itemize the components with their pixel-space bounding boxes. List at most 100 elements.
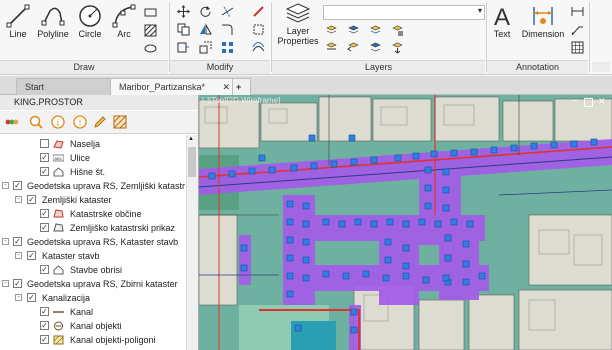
circle-tool[interactable]: Circle (74, 3, 106, 39)
hatch-icon[interactable] (144, 24, 157, 37)
house-icon (53, 265, 64, 275)
drawing-viewport[interactable]: [-][Top][2D Wireframe] – ✕ (199, 95, 612, 350)
checkbox[interactable]: ✓ (27, 195, 36, 204)
scale-icon[interactable] (199, 41, 212, 54)
tab-drawing[interactable]: Maribor_Partizanska* ✕ (110, 78, 235, 95)
house-icon (53, 167, 64, 177)
collapse-toggle[interactable]: - (2, 238, 9, 245)
layer-tool-row-2 (325, 41, 485, 55)
ellipse-icon[interactable] (144, 42, 157, 55)
ribbon-expander[interactable] (592, 62, 610, 72)
leader-icon[interactable] (571, 23, 584, 36)
zoom-icon[interactable] (29, 115, 43, 129)
tree-item-label: Katastrske občine (70, 209, 142, 219)
pipe-line-icon (53, 311, 64, 313)
fillet-icon[interactable] (221, 23, 234, 36)
arc-icon (112, 4, 136, 28)
minimize-icon[interactable]: – (572, 95, 578, 106)
warning-icon[interactable]: ! (73, 115, 87, 129)
collapse-toggle[interactable]: - (2, 280, 9, 287)
new-tab-button[interactable]: + (232, 78, 251, 95)
checkbox[interactable]: ✓ (40, 265, 49, 274)
tab-drawing-label: Maribor_Partizanska* (119, 82, 206, 92)
rotate-icon[interactable] (199, 5, 212, 18)
hatch-style-icon[interactable] (113, 115, 127, 129)
tab-start[interactable]: Start (16, 78, 114, 95)
arc-tool[interactable]: Arc (109, 3, 139, 39)
checkbox[interactable] (40, 139, 49, 148)
layer-freeze-icon[interactable] (325, 24, 338, 37)
vertical-scrollbar[interactable]: ▲ (186, 135, 198, 350)
checkbox[interactable]: ✓ (27, 251, 36, 260)
tree-item-label: Kanal objekti (70, 321, 122, 331)
checkbox[interactable]: ✓ (40, 209, 49, 218)
layer-previous-icon[interactable] (347, 41, 360, 54)
layer-isolate-icon[interactable] (369, 24, 382, 37)
linear-dim-icon[interactable] (571, 5, 584, 18)
restore-icon[interactable] (584, 98, 593, 107)
text-a-icon: A (494, 4, 510, 29)
circle-label: Circle (78, 29, 102, 39)
checkbox[interactable]: ✓ (40, 223, 49, 232)
svg-text:i: i (57, 118, 59, 128)
line-label: Line (9, 29, 27, 39)
move-icon[interactable] (177, 5, 190, 18)
map-canvas[interactable] (199, 95, 612, 350)
tree-item-label: Stavbe obrisi (70, 265, 123, 275)
layer-tool-row-1 (325, 24, 485, 38)
collapse-toggle[interactable]: - (15, 252, 22, 259)
checkbox[interactable]: ✓ (40, 153, 49, 162)
layer-merge-icon[interactable] (391, 41, 404, 54)
collapse-toggle[interactable]: - (2, 182, 9, 189)
layer-off-icon[interactable] (347, 24, 360, 37)
tree-item-label: Kanal objekti-poligoni (70, 335, 156, 345)
checkbox[interactable]: ✓ (40, 321, 49, 330)
scroll-up-arrow[interactable]: ▲ (188, 136, 194, 142)
line-tool[interactable]: Line (3, 3, 33, 39)
layer-properties-button[interactable]: Layer Properties (274, 2, 322, 46)
tree-item-label: Geodetska uprava RS, Zbirni kataster (27, 279, 178, 289)
checkbox[interactable]: ✓ (13, 181, 22, 190)
scroll-thumb[interactable] (188, 147, 196, 177)
tree-item-label: Kanal (70, 307, 94, 317)
trim-icon[interactable] (221, 5, 234, 18)
area-icon (53, 140, 64, 149)
close-icon[interactable]: ✕ (598, 96, 606, 107)
explode-icon[interactable] (252, 23, 265, 36)
layer-properties-label: Layer Properties (277, 26, 319, 46)
text-tool[interactable]: A Text (488, 3, 516, 39)
table-icon[interactable] (571, 41, 584, 54)
checkbox[interactable]: ✓ (40, 307, 49, 316)
layers-dots-icon[interactable] (5, 115, 19, 129)
close-icon[interactable]: ✕ (222, 79, 230, 95)
tree-item-label: Zemljiško katastrski prikaz (70, 223, 176, 233)
copy-icon[interactable] (177, 23, 190, 36)
rectangle-icon[interactable] (144, 6, 157, 19)
dimension-tool[interactable]: Dimension (519, 3, 567, 39)
erase-icon[interactable] (252, 5, 265, 18)
offset-icon[interactable] (252, 41, 265, 54)
collapse-toggle[interactable]: - (15, 196, 22, 203)
info-icon[interactable]: i (51, 115, 65, 129)
tree-item-label: Geodetska uprava RS, Kataster stavb (27, 237, 179, 247)
tree-item-label: Naselja (70, 139, 101, 149)
polyline-tool[interactable]: Polyline (33, 3, 73, 39)
layer-tree: Naselja ✓ ABC Ulice ✓ Hišne št. - ✓ Geod… (0, 135, 186, 350)
layer-match-icon[interactable] (325, 41, 338, 54)
checkbox[interactable]: ✓ (13, 237, 22, 246)
layer-dropdown[interactable]: ▾ (323, 5, 485, 20)
mirror-icon[interactable] (199, 23, 212, 36)
polygon-hatch-icon (53, 335, 64, 345)
collapse-toggle[interactable]: - (15, 294, 22, 301)
checkbox[interactable]: ✓ (40, 167, 49, 176)
viewport-label[interactable]: [-][Top][2D Wireframe] (202, 96, 280, 105)
checkbox[interactable]: ✓ (13, 279, 22, 288)
layer-walk-icon[interactable] (369, 41, 382, 54)
stretch-icon[interactable] (177, 41, 190, 54)
array-icon[interactable] (221, 41, 234, 54)
layer-lock-icon[interactable] (391, 24, 404, 37)
pencil-icon[interactable] (93, 115, 107, 129)
checkbox[interactable]: ✓ (27, 293, 36, 302)
layer-stack-icon (285, 3, 311, 23)
checkbox[interactable]: ✓ (40, 335, 49, 344)
